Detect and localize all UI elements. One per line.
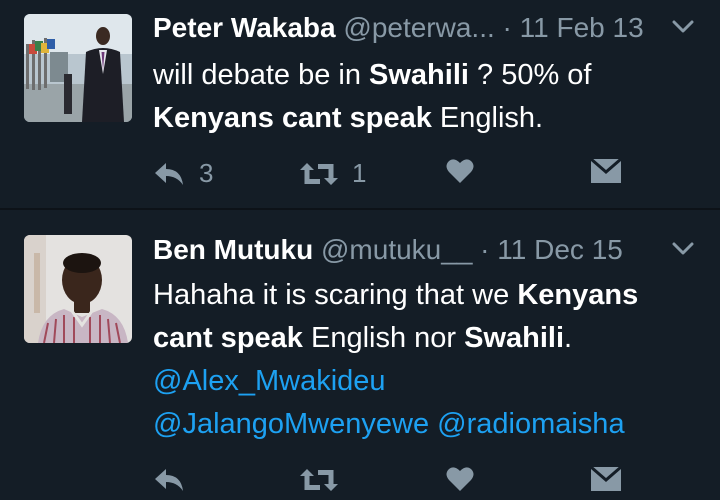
user-handle[interactable]: @peterwa... — [343, 12, 494, 43]
mention-link[interactable]: @radiomaisha — [437, 408, 624, 440]
text-highlight: Kenyans — [517, 279, 639, 311]
text-segment: English nor — [302, 322, 465, 354]
like-button[interactable] — [446, 466, 474, 492]
avatar[interactable] — [24, 235, 132, 343]
reply-icon — [155, 162, 183, 185]
text-segment: Hahaha it is scaring that we — [153, 279, 518, 311]
like-button[interactable] — [446, 158, 474, 184]
display-name[interactable]: Peter Wakaba — [153, 12, 336, 43]
reply-button[interactable] — [153, 466, 199, 494]
reply-button[interactable]: 3 — [153, 158, 213, 189]
text-segment: ? 50% of — [468, 59, 592, 91]
retweet-icon — [300, 162, 338, 185]
tweet[interactable]: Peter Wakaba @peterwa... · 11 Feb 13 wil… — [0, 0, 720, 208]
tweet-actions — [0, 464, 720, 500]
display-name[interactable]: Ben Mutuku — [153, 234, 313, 265]
chevron-down-icon[interactable] — [672, 242, 694, 256]
envelope-icon — [590, 466, 622, 491]
direct-message-button[interactable] — [590, 466, 622, 492]
avatar[interactable] — [24, 14, 132, 122]
text-segment: will debate be in — [153, 59, 370, 91]
tweet-actions: 3 1 — [0, 156, 720, 192]
separator-dot: · — [480, 234, 490, 265]
text-segment: . — [564, 322, 573, 354]
tweet-date[interactable]: 11 Feb 13 — [520, 12, 644, 43]
direct-message-button[interactable] — [590, 158, 622, 184]
tweet-header: Ben Mutuku @mutuku__ · 11 Dec 15 — [153, 232, 720, 268]
text-highlight: Swahili — [464, 322, 565, 354]
tweet-text: Hahaha it is scaring that we Kenyans cant… — [153, 274, 700, 446]
tweet[interactable]: Ben Mutuku @mutuku__ · 11 Dec 15 Hahaha … — [0, 210, 720, 491]
retweet-button[interactable]: 1 — [300, 158, 366, 189]
tweet-header: Peter Wakaba @peterwa... · 11 Feb 13 — [153, 10, 720, 46]
tweet-date[interactable]: 11 Dec 15 — [497, 234, 623, 265]
chevron-down-icon[interactable] — [672, 20, 694, 34]
mention-link[interactable]: @Alex_Mwakideu — [153, 365, 386, 397]
retweet-count: 1 — [352, 158, 367, 188]
text-highlight: cant speak — [153, 322, 303, 354]
heart-icon — [446, 467, 474, 491]
text-highlight: Kenyans cant speak — [153, 102, 432, 134]
hashtag-highlight: Swahili — [369, 59, 469, 91]
reply-count: 3 — [199, 158, 214, 188]
user-handle[interactable]: @mutuku__ — [321, 234, 472, 265]
separator-dot: · — [502, 12, 512, 43]
retweet-icon — [300, 469, 338, 491]
retweet-button[interactable] — [300, 466, 352, 494]
tweet-text: will debate be in Swahili ? 50% of Kenyan… — [153, 54, 700, 140]
envelope-icon — [590, 158, 622, 183]
reply-icon — [155, 469, 183, 491]
text-segment: English. — [431, 102, 544, 134]
heart-icon — [446, 159, 474, 183]
mention-link[interactable]: @JalangoMwenyewe — [153, 408, 429, 440]
